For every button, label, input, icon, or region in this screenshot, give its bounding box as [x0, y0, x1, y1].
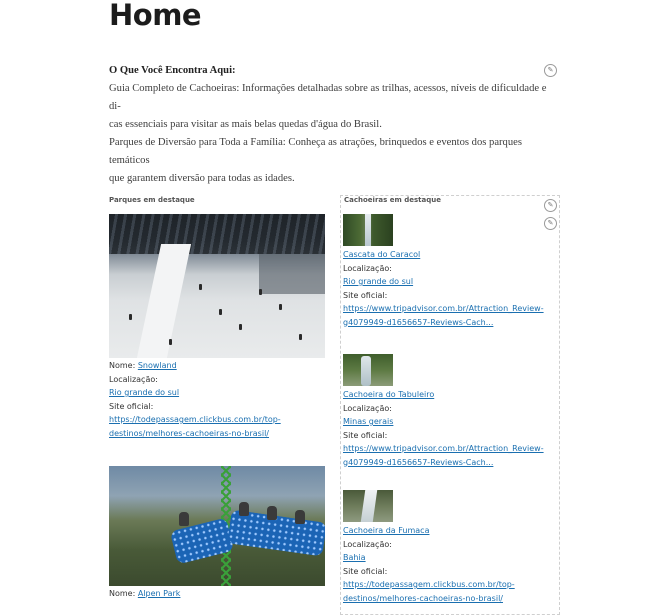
waterfall-location-label: Localização:	[343, 403, 392, 413]
waterfall-location-label: Localização:	[343, 263, 392, 273]
park-name-link[interactable]: Alpen Park	[138, 589, 181, 598]
waterfall-location-link[interactable]: Minas gerais	[343, 415, 544, 429]
park-image-snowland[interactable]	[109, 214, 325, 358]
intro-paragraph-1: Guia Completo de Cachoeiras: Informações…	[109, 83, 547, 130]
waterfall-site-label: Site oficial:	[343, 430, 388, 440]
waterfall-card: Cachoeira do Tabuleiro Localização: Mina…	[343, 354, 544, 469]
waterfall-site-link[interactable]: https://www.tripadvisor.com.br/Attractio…	[343, 442, 544, 469]
park-card: Nome: Alpen Park	[109, 466, 325, 601]
pencil-icon[interactable]: ✎	[544, 64, 557, 77]
waterfalls-section-label: Cachoeiras em destaque	[344, 196, 441, 204]
waterfall-name-link[interactable]: Cachoeira da Fumaca	[343, 524, 515, 538]
waterfall-card: Cascata do Caracol Localização: Rio gran…	[343, 214, 544, 329]
park-name-link[interactable]: Snowland	[138, 361, 177, 370]
park-name-row: Nome: Snowland	[109, 361, 177, 370]
intro-section: O Que Você Encontra Aqui: Guia Completo …	[109, 62, 559, 188]
park-site-link[interactable]: https://todepassagem.clickbus.com.br/top…	[109, 413, 325, 440]
waterfall-site-link[interactable]: https://todepassagem.clickbus.com.br/top…	[343, 578, 515, 605]
park-location-link[interactable]: Rio grande do sul	[109, 386, 325, 400]
waterfall-site-label: Site oficial:	[343, 290, 388, 300]
waterfall-thumbnail[interactable]	[343, 354, 393, 386]
pencil-icon[interactable]: ✎	[544, 217, 557, 230]
intro-heading: O Que Você Encontra Aqui:	[109, 65, 236, 76]
pencil-icon[interactable]: ✎	[544, 199, 557, 212]
waterfall-location-label: Localização:	[343, 539, 392, 549]
park-image-alpen-park[interactable]	[109, 466, 325, 586]
waterfall-name-link[interactable]: Cachoeira do Tabuleiro	[343, 388, 544, 402]
waterfall-card: Cachoeira da Fumaca Localização: Bahia S…	[343, 490, 515, 605]
waterfall-name-link[interactable]: Cascata do Caracol	[343, 248, 544, 262]
waterfall-site-label: Site oficial:	[343, 566, 388, 576]
waterfall-site-link[interactable]: https://www.tripadvisor.com.br/Attractio…	[343, 302, 544, 329]
park-site-label: Site oficial:	[109, 401, 154, 411]
parks-section-label: Parques em destaque	[109, 196, 195, 204]
intro-paragraph-2: Parques de Diversão para Toda a Família:…	[109, 137, 522, 184]
park-name-row: Nome: Alpen Park	[109, 589, 181, 598]
park-location-label: Localização:	[109, 374, 158, 384]
waterfall-thumbnail[interactable]	[343, 214, 393, 246]
waterfall-location-link[interactable]: Bahia	[343, 551, 515, 565]
waterfall-thumbnail[interactable]	[343, 490, 393, 522]
waterfall-location-link[interactable]: Rio grande do sul	[343, 275, 544, 289]
park-card: Nome: Snowland Localização: Rio grande d…	[109, 214, 325, 440]
page-title: Home	[109, 0, 202, 32]
